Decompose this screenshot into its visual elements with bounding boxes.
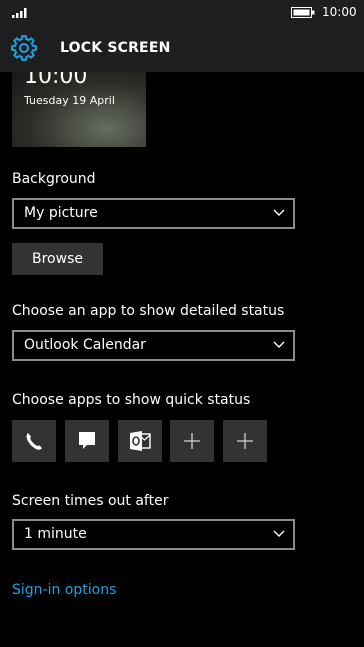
add-icon bbox=[184, 433, 200, 449]
timeout-dropdown-value: 1 minute bbox=[24, 526, 87, 542]
detailed-status-dropdown[interactable]: Outlook Calendar bbox=[12, 330, 295, 361]
browse-button[interactable]: Browse bbox=[12, 243, 103, 275]
timeout-dropdown[interactable]: 1 minute bbox=[12, 519, 295, 550]
quick-status-label: Choose apps to show quick status bbox=[12, 392, 251, 408]
sign-in-options-link[interactable]: Sign-in options bbox=[12, 582, 116, 598]
add-icon bbox=[237, 433, 253, 449]
background-dropdown-value: My picture bbox=[24, 205, 98, 221]
quick-status-slot-add-1[interactable] bbox=[170, 420, 214, 462]
status-clock: 10:00 bbox=[322, 5, 357, 19]
lock-screen-preview: 10:00 Tuesday 19 April bbox=[12, 72, 146, 147]
background-label: Background bbox=[12, 171, 96, 187]
page-title: LOCK SCREEN bbox=[60, 40, 171, 56]
quick-status-slot-outlook[interactable] bbox=[118, 420, 162, 462]
chevron-down-icon bbox=[273, 530, 285, 537]
page-header: LOCK SCREEN bbox=[0, 26, 364, 72]
timeout-label: Screen times out after bbox=[12, 493, 169, 509]
phone-icon bbox=[26, 433, 42, 450]
background-dropdown[interactable]: My picture bbox=[12, 198, 295, 229]
message-icon bbox=[79, 432, 95, 449]
quick-status-slot-phone[interactable] bbox=[12, 420, 56, 462]
preview-date: Tuesday 19 April bbox=[24, 94, 115, 107]
detailed-status-label: Choose an app to show detailed status bbox=[12, 303, 285, 319]
outlook-icon bbox=[130, 431, 151, 451]
signal-icon bbox=[12, 8, 27, 18]
detailed-status-dropdown-value: Outlook Calendar bbox=[24, 337, 146, 353]
battery-icon bbox=[291, 7, 315, 18]
preview-time: 10:00 bbox=[24, 72, 88, 89]
status-bar: 10:00 bbox=[0, 0, 364, 26]
chevron-down-icon bbox=[273, 341, 285, 348]
gear-icon bbox=[11, 35, 37, 61]
quick-status-slot-messaging[interactable] bbox=[65, 420, 109, 462]
chevron-down-icon bbox=[273, 209, 285, 216]
quick-status-slot-add-2[interactable] bbox=[223, 420, 267, 462]
